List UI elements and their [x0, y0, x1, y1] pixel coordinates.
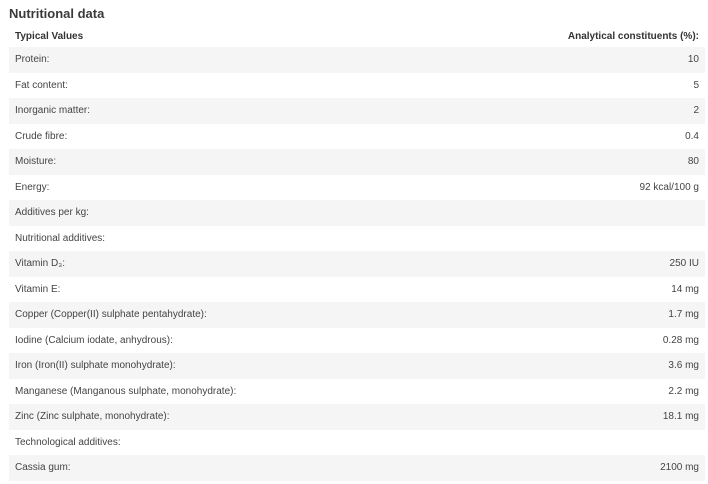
row-label: Manganese (Manganous sulphate, monohydra… — [9, 378, 357, 404]
table-row: Fat content: 5 — [9, 72, 705, 98]
header-analytical-constituents: Analytical constituents (%): — [357, 25, 705, 47]
row-label: Copper (Copper(II) sulphate pentahydrate… — [9, 302, 357, 328]
row-value: 5 — [357, 72, 705, 98]
table-row: Energy: 92 kcal/100 g — [9, 174, 705, 200]
row-value: 1.7 mg — [357, 302, 705, 328]
nutrition-table: Typical Values Analytical constituents (… — [9, 25, 705, 481]
row-label: Iodine (Calcium iodate, anhydrous): — [9, 327, 357, 353]
row-value — [357, 429, 705, 455]
table-row: Iodine (Calcium iodate, anhydrous): 0.28 … — [9, 327, 705, 353]
nutritional-data-section: Nutritional data Typical Values Analytic… — [0, 0, 708, 481]
table-row: Moisture: 80 — [9, 149, 705, 175]
row-value: 0.4 — [357, 123, 705, 149]
row-value — [357, 200, 705, 226]
row-value — [357, 225, 705, 251]
table-row: Vitamin D₃: 250 IU — [9, 251, 705, 277]
table-row: Iron (Iron(II) sulphate monohydrate): 3.6… — [9, 353, 705, 379]
row-label: Vitamin E: — [9, 276, 357, 302]
table-row: Cassia gum: 2100 mg — [9, 455, 705, 481]
row-value: 80 — [357, 149, 705, 175]
table-header-row: Typical Values Analytical constituents (… — [9, 25, 705, 47]
header-typical-values: Typical Values — [9, 25, 357, 47]
row-value: 2100 mg — [357, 455, 705, 481]
row-label: Additives per kg: — [9, 200, 357, 226]
row-value: 2 — [357, 98, 705, 124]
row-value: 92 kcal/100 g — [357, 174, 705, 200]
table-row: Zinc (Zinc sulphate, monohydrate): 18.1 m… — [9, 404, 705, 430]
table-row: Nutritional additives: — [9, 225, 705, 251]
table-row: Crude fibre: 0.4 — [9, 123, 705, 149]
table-row: Technological additives: — [9, 429, 705, 455]
row-label: Protein: — [9, 47, 357, 73]
table-row: Vitamin E: 14 mg — [9, 276, 705, 302]
table-row: Protein: 10 — [9, 47, 705, 73]
row-value: 2.2 mg — [357, 378, 705, 404]
row-label: Zinc (Zinc sulphate, monohydrate): — [9, 404, 357, 430]
row-label: Energy: — [9, 174, 357, 200]
row-label: Technological additives: — [9, 429, 357, 455]
row-value: 18.1 mg — [357, 404, 705, 430]
table-row: Copper (Copper(II) sulphate pentahydrate… — [9, 302, 705, 328]
table-row: Inorganic matter: 2 — [9, 98, 705, 124]
row-label: Crude fibre: — [9, 123, 357, 149]
row-value: 10 — [357, 47, 705, 73]
row-value: 3.6 mg — [357, 353, 705, 379]
row-label: Iron (Iron(II) sulphate monohydrate): — [9, 353, 357, 379]
row-value: 250 IU — [357, 251, 705, 277]
row-label: Moisture: — [9, 149, 357, 175]
row-label: Cassia gum: — [9, 455, 357, 481]
row-value: 14 mg — [357, 276, 705, 302]
table-row: Manganese (Manganous sulphate, monohydra… — [9, 378, 705, 404]
row-value: 0.28 mg — [357, 327, 705, 353]
row-label: Fat content: — [9, 72, 357, 98]
section-title: Nutritional data — [9, 6, 105, 21]
row-label: Nutritional additives: — [9, 225, 357, 251]
row-label: Vitamin D₃: — [9, 251, 357, 277]
row-label: Inorganic matter: — [9, 98, 357, 124]
table-row: Additives per kg: — [9, 200, 705, 226]
